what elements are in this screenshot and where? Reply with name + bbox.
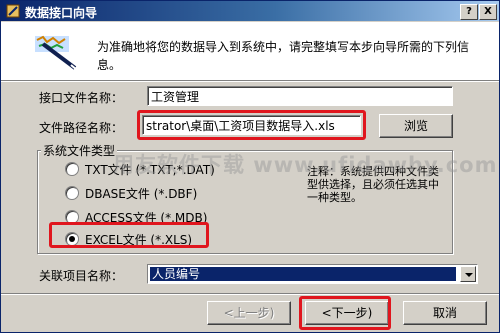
related-item-label: 关联项目名称： xyxy=(39,269,124,283)
related-item-value: 人员编号 xyxy=(150,267,456,281)
window-title: 数据接口向导 xyxy=(25,6,98,20)
browse-button[interactable]: 浏览 xyxy=(379,114,453,138)
header-separator xyxy=(1,80,499,82)
interface-name-label: 接口文件名称： xyxy=(39,91,124,105)
magic-wand-icon xyxy=(33,34,81,72)
radio-dbase[interactable] xyxy=(65,186,79,200)
radio-dbase-label[interactable]: DBASE文件 (*.DBF) xyxy=(85,185,197,202)
wizard-app-icon xyxy=(6,4,20,18)
interface-name-input[interactable]: 工资管理 xyxy=(147,86,453,106)
related-item-select[interactable]: 人员编号 xyxy=(147,264,478,284)
next-button-highlight xyxy=(299,296,391,330)
header-description: 为准确地将您的数据导入到系统中，请完整填写本步向导所需的下列信息。 xyxy=(97,40,470,72)
file-type-group-title: 系统文件类型 xyxy=(41,142,118,159)
close-button[interactable]: X xyxy=(479,4,497,20)
excel-option-highlight xyxy=(49,222,209,248)
wizard-dialog: 数据接口向导 ? X 为准确地将您的数据导入到系统中，请完整填写本步向导所需的下… xyxy=(0,0,500,333)
title-bar: 数据接口向导 ? X xyxy=(1,1,499,21)
cancel-button[interactable]: 取消 xyxy=(403,301,487,325)
file-path-highlight xyxy=(137,110,366,140)
watermark-text: 用友软件下载 www.ufidawhy.com xyxy=(113,153,498,177)
footer-separator xyxy=(1,293,499,295)
prev-button[interactable]: <上一步) xyxy=(207,301,291,325)
file-path-label: 文件路径名称： xyxy=(39,121,124,135)
dropdown-arrow-icon[interactable] xyxy=(460,266,476,282)
help-button[interactable]: ? xyxy=(460,4,478,20)
radio-txt[interactable] xyxy=(65,162,79,176)
